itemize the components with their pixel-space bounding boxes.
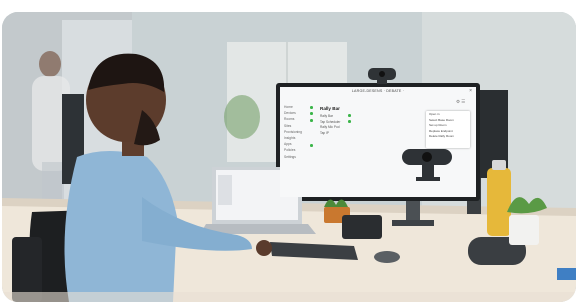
webcam-mount xyxy=(377,79,387,84)
photo-frame: LARGE-DESENS · DEBATE · × ⚙ ☰ Home Devic… xyxy=(0,0,579,305)
main-monitor-base xyxy=(392,220,434,226)
right-plant-pot xyxy=(509,215,539,245)
background-person-head xyxy=(39,51,61,77)
webcam-product-lens xyxy=(422,152,432,162)
device-item: Tap IP xyxy=(320,130,330,135)
menu-item: Delete Rally Room xyxy=(429,134,455,139)
background-plant xyxy=(224,95,260,139)
room-title: Rally Bar xyxy=(320,106,340,111)
laptop-screen-panel xyxy=(218,175,232,205)
man-hand xyxy=(256,240,272,256)
notebook xyxy=(557,268,576,280)
monitor-screen: LARGE-DESENS · DEBATE · × ⚙ ☰ Home Devic… xyxy=(280,87,476,197)
water-bottle xyxy=(487,168,511,236)
water-bottle-cap xyxy=(492,160,506,170)
photo-card: LARGE-DESENS · DEBATE · × ⚙ ☰ Home Devic… xyxy=(2,12,576,302)
device-list: Rally Bar Tap Scheduler Rally Mic Pod Ta… xyxy=(320,114,340,136)
close-icon: × xyxy=(469,88,472,94)
desk-front-blur xyxy=(2,292,576,302)
webcam-product-image xyxy=(402,149,452,181)
desk-speaker xyxy=(342,215,382,239)
status-dot xyxy=(348,114,351,117)
webcam-product-mount xyxy=(422,165,434,179)
status-dot xyxy=(310,144,313,147)
status-dot xyxy=(310,112,313,115)
webcam-lens xyxy=(379,71,385,77)
status-dot xyxy=(310,119,313,122)
status-dot xyxy=(310,106,313,109)
mouse xyxy=(374,251,400,263)
webcam-product-base xyxy=(416,177,440,181)
status-dot xyxy=(348,120,351,123)
header-icons: ⚙ ☰ xyxy=(456,99,466,104)
app-window-title: LARGE-DESENS · DEBATE · xyxy=(351,89,405,93)
context-menu: Open in Select Base Room Set up Room Rep… xyxy=(426,111,470,148)
sidebar-item: Settings xyxy=(284,154,296,159)
